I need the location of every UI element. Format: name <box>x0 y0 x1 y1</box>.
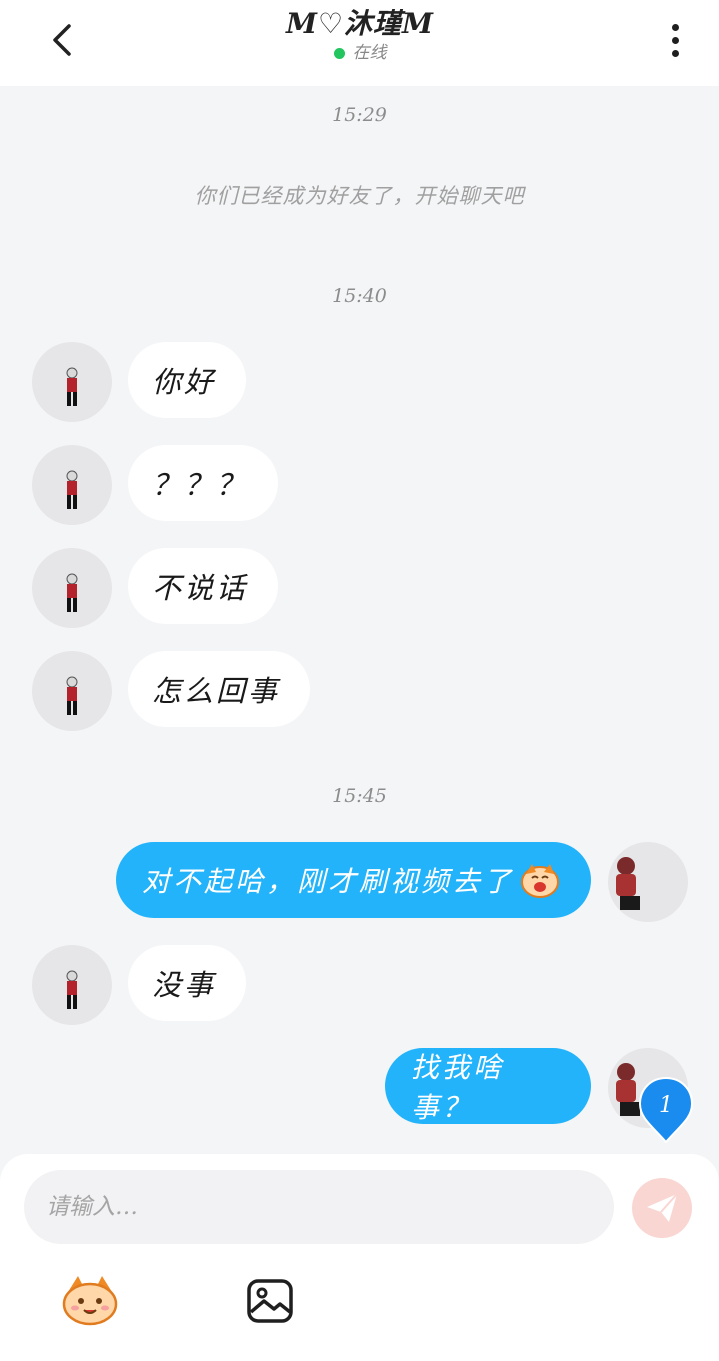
message-bubble-incoming[interactable]: 不说话 <box>128 548 279 624</box>
send-icon <box>647 1193 678 1222</box>
avatar-figure <box>66 573 78 612</box>
avatar-figure <box>66 676 78 715</box>
chevron-left-icon <box>53 24 71 56</box>
message-text: 对不起哈，刚才刷视频去了 <box>142 865 515 898</box>
online-dot <box>333 47 345 59</box>
contact-info: M♡沐瑾M 在线 <box>200 6 520 64</box>
message-bubble-incoming[interactable]: ？？？ <box>128 445 279 521</box>
message-bubble-outgoing[interactable]: 对不起哈，刚才刷视频去了 <box>116 842 591 918</box>
chat-header: M♡沐瑾M 在线 <box>0 0 719 86</box>
laughing-sticker-icon <box>521 864 560 898</box>
contact-avatar[interactable] <box>32 945 112 1025</box>
emoji-icon <box>62 1276 118 1326</box>
avatar-figure <box>66 470 78 509</box>
contact-avatar[interactable] <box>32 548 112 628</box>
timestamp: 15:45 <box>332 785 387 807</box>
more-options-button[interactable] <box>655 18 695 62</box>
new-message-badge[interactable]: 1 <box>638 1076 694 1144</box>
back-button[interactable] <box>40 18 84 62</box>
more-dot <box>671 23 679 31</box>
avatar-figure <box>66 970 78 1009</box>
image-icon <box>247 1279 293 1323</box>
online-status: 在线 <box>200 42 520 64</box>
contact-avatar[interactable] <box>32 651 112 731</box>
emoji-button[interactable] <box>60 1274 120 1326</box>
my-avatar[interactable] <box>608 842 688 922</box>
message-bubble-outgoing[interactable]: 找我啥事？ <box>385 1048 591 1124</box>
more-dot <box>671 49 679 57</box>
message-text: 不说话 <box>152 571 249 605</box>
message-input[interactable] <box>24 1170 614 1244</box>
message-text: 你好 <box>152 365 217 399</box>
message-text: 找我啥事？ <box>411 1051 505 1124</box>
status-text: 在线 <box>352 43 387 63</box>
contact-name: M♡沐瑾M <box>285 7 435 40</box>
message-bubble-incoming[interactable]: 没事 <box>128 945 247 1021</box>
avatar-figure <box>66 367 78 406</box>
contact-avatar[interactable] <box>32 342 112 422</box>
timestamp: 15:29 <box>332 104 387 126</box>
send-button[interactable] <box>632 1178 692 1238</box>
badge-count: 1 <box>659 1093 673 1118</box>
message-text: 怎么回事 <box>152 674 281 708</box>
message-composer <box>0 1154 719 1361</box>
message-list[interactable]: 15:29 你们已经成为好友了，开始聊天吧 15:40 你好 ？？？ 不说话 怎… <box>0 86 719 1154</box>
image-button[interactable] <box>246 1278 294 1324</box>
timestamp: 15:40 <box>332 285 387 307</box>
contact-avatar[interactable] <box>32 445 112 525</box>
avatar-figure <box>616 857 640 910</box>
map-pin-icon: 1 <box>638 1076 694 1144</box>
message-bubble-incoming[interactable]: 怎么回事 <box>128 651 311 727</box>
system-message: 你们已经成为好友了，开始聊天吧 <box>194 184 525 208</box>
message-bubble-incoming[interactable]: 你好 <box>128 342 247 418</box>
message-text: ？？？ <box>152 468 249 502</box>
message-text: 没事 <box>152 968 217 1002</box>
more-dot <box>671 36 679 44</box>
